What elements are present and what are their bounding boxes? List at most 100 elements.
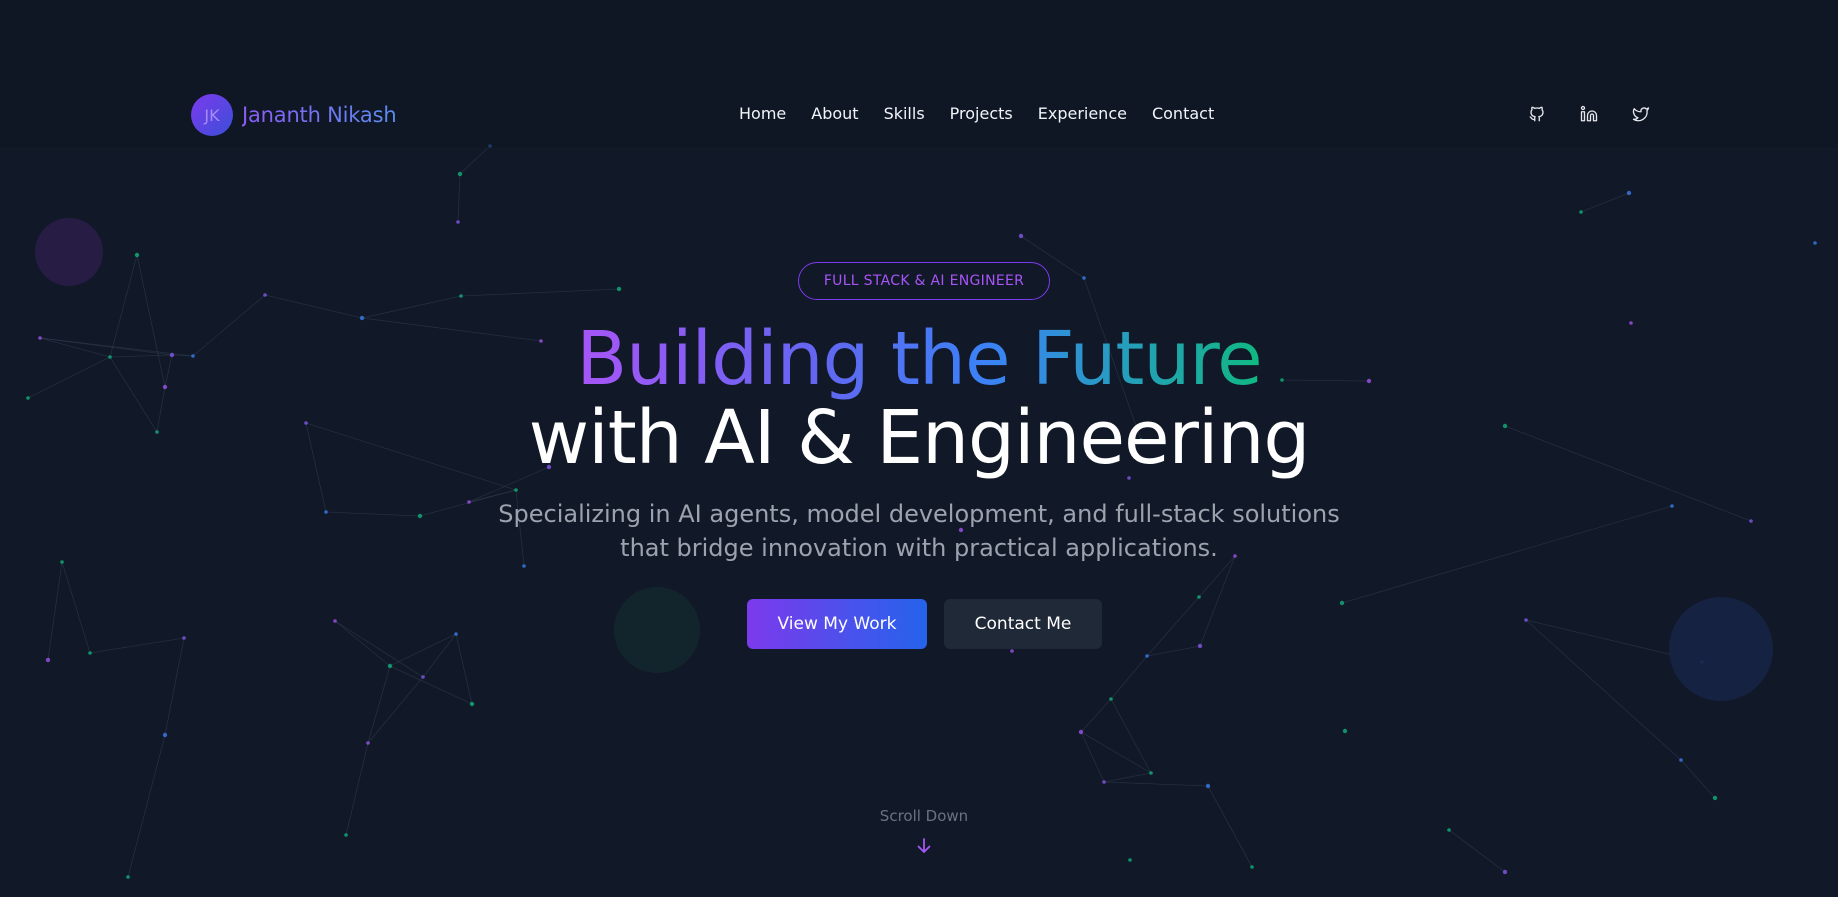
network-node [263,293,267,297]
network-link [334,620,424,678]
network-link [1110,655,1148,700]
github-icon [1529,106,1544,122]
network-node [1712,795,1718,801]
network-link [1103,772,1152,783]
nav-link-experience[interactable]: Experience [1038,104,1127,123]
network-node [134,252,140,258]
network-node [1010,649,1014,653]
network-node [1339,600,1345,606]
network-node [1109,697,1113,701]
network-node [60,560,64,564]
brand-logo-link[interactable]: JK Jananth Nikash [191,94,397,136]
network-link [1207,785,1253,868]
linkedin-link[interactable] [1578,103,1600,125]
network-link [1580,192,1630,213]
network-node [1524,618,1528,622]
twitter-link[interactable] [1630,103,1652,125]
network-node [514,488,518,492]
network-link [334,620,391,667]
linkedin-icon [1580,105,1598,122]
github-link[interactable] [1526,103,1548,125]
network-node [1197,595,1201,599]
network-node [459,294,463,298]
decorative-blue-orb [1669,597,1773,701]
network-node [1579,210,1583,214]
site-header: JK Jananth Nikash Home About Skills Proj… [0,0,1838,149]
network-node [1447,828,1451,832]
view-my-work-button[interactable]: View My Work [747,599,927,649]
network-link [1448,829,1506,873]
avatar-initials: JK [191,94,233,136]
scroll-down-label[interactable]: Scroll Down [0,807,1838,825]
contact-me-button[interactable]: Contact Me [944,599,1102,649]
network-link [1680,759,1716,799]
network-node [366,741,370,745]
network-node [1502,869,1508,875]
network-node [1149,771,1153,775]
nav-link-about[interactable]: About [811,104,858,123]
network-node [456,220,460,224]
network-link [1341,505,1673,604]
network-link [61,561,91,654]
network-link [1080,698,1112,733]
nav-link-projects[interactable]: Projects [950,104,1013,123]
nav-link-skills[interactable]: Skills [884,104,925,123]
network-link [367,665,391,744]
network-node [1205,783,1211,789]
network-node [344,833,348,837]
network-node [1018,233,1024,239]
nav-link-contact[interactable]: Contact [1152,104,1214,123]
network-node [1342,728,1348,734]
network-link [422,633,457,678]
network-node [454,632,458,636]
network-node [417,513,423,519]
network-node [1145,654,1149,658]
network-node [45,657,51,663]
social-links [1526,103,1682,125]
network-link [325,511,421,517]
network-link [389,633,457,667]
nav-link-home[interactable]: Home [739,104,786,123]
network-node [1128,858,1132,862]
network-link [459,145,491,175]
main-navigation: Home About Skills Projects Experience Co… [739,104,1239,123]
network-node [1197,643,1203,649]
decorative-purple-orb [35,218,103,286]
network-node [457,171,463,177]
network-node [88,651,92,655]
hero-headline-line1: Building the Future [576,316,1262,402]
hero-subtitle: Specializing in AI agents, model develop… [469,497,1369,565]
network-node [1679,758,1683,762]
network-link [1110,698,1152,774]
network-node [1250,865,1254,869]
network-node [182,636,186,640]
role-badge: FULL STACK & AI ENGINEER [798,262,1050,300]
network-link [1080,731,1152,774]
arrow-down-icon[interactable] [915,836,933,856]
hero-subtitle-line2: that bridge innovation with practical ap… [620,534,1218,562]
network-node [1082,276,1086,280]
twitter-icon [1632,107,1650,122]
network-link [460,288,620,297]
network-link [1103,781,1209,787]
network-node [1670,504,1674,508]
network-link [455,633,473,705]
network-node [162,732,168,738]
network-node [324,510,328,514]
network-node [387,663,393,669]
network-node [1749,519,1753,523]
network-node [469,701,475,707]
network-link [47,561,63,661]
network-link [1080,731,1105,783]
network-link [457,173,461,223]
network-link [127,734,166,878]
network-node [1813,241,1817,245]
network-node [126,875,130,879]
hero-subtitle-line1: Specializing in AI agents, model develop… [498,500,1340,528]
network-link [367,676,424,744]
hero-section: JK Jananth Nikash Home About Skills Proj… [0,0,1838,897]
network-link [164,637,185,736]
network-node [616,286,622,292]
brand-name: Jananth Nikash [242,103,397,127]
network-link [389,665,473,705]
